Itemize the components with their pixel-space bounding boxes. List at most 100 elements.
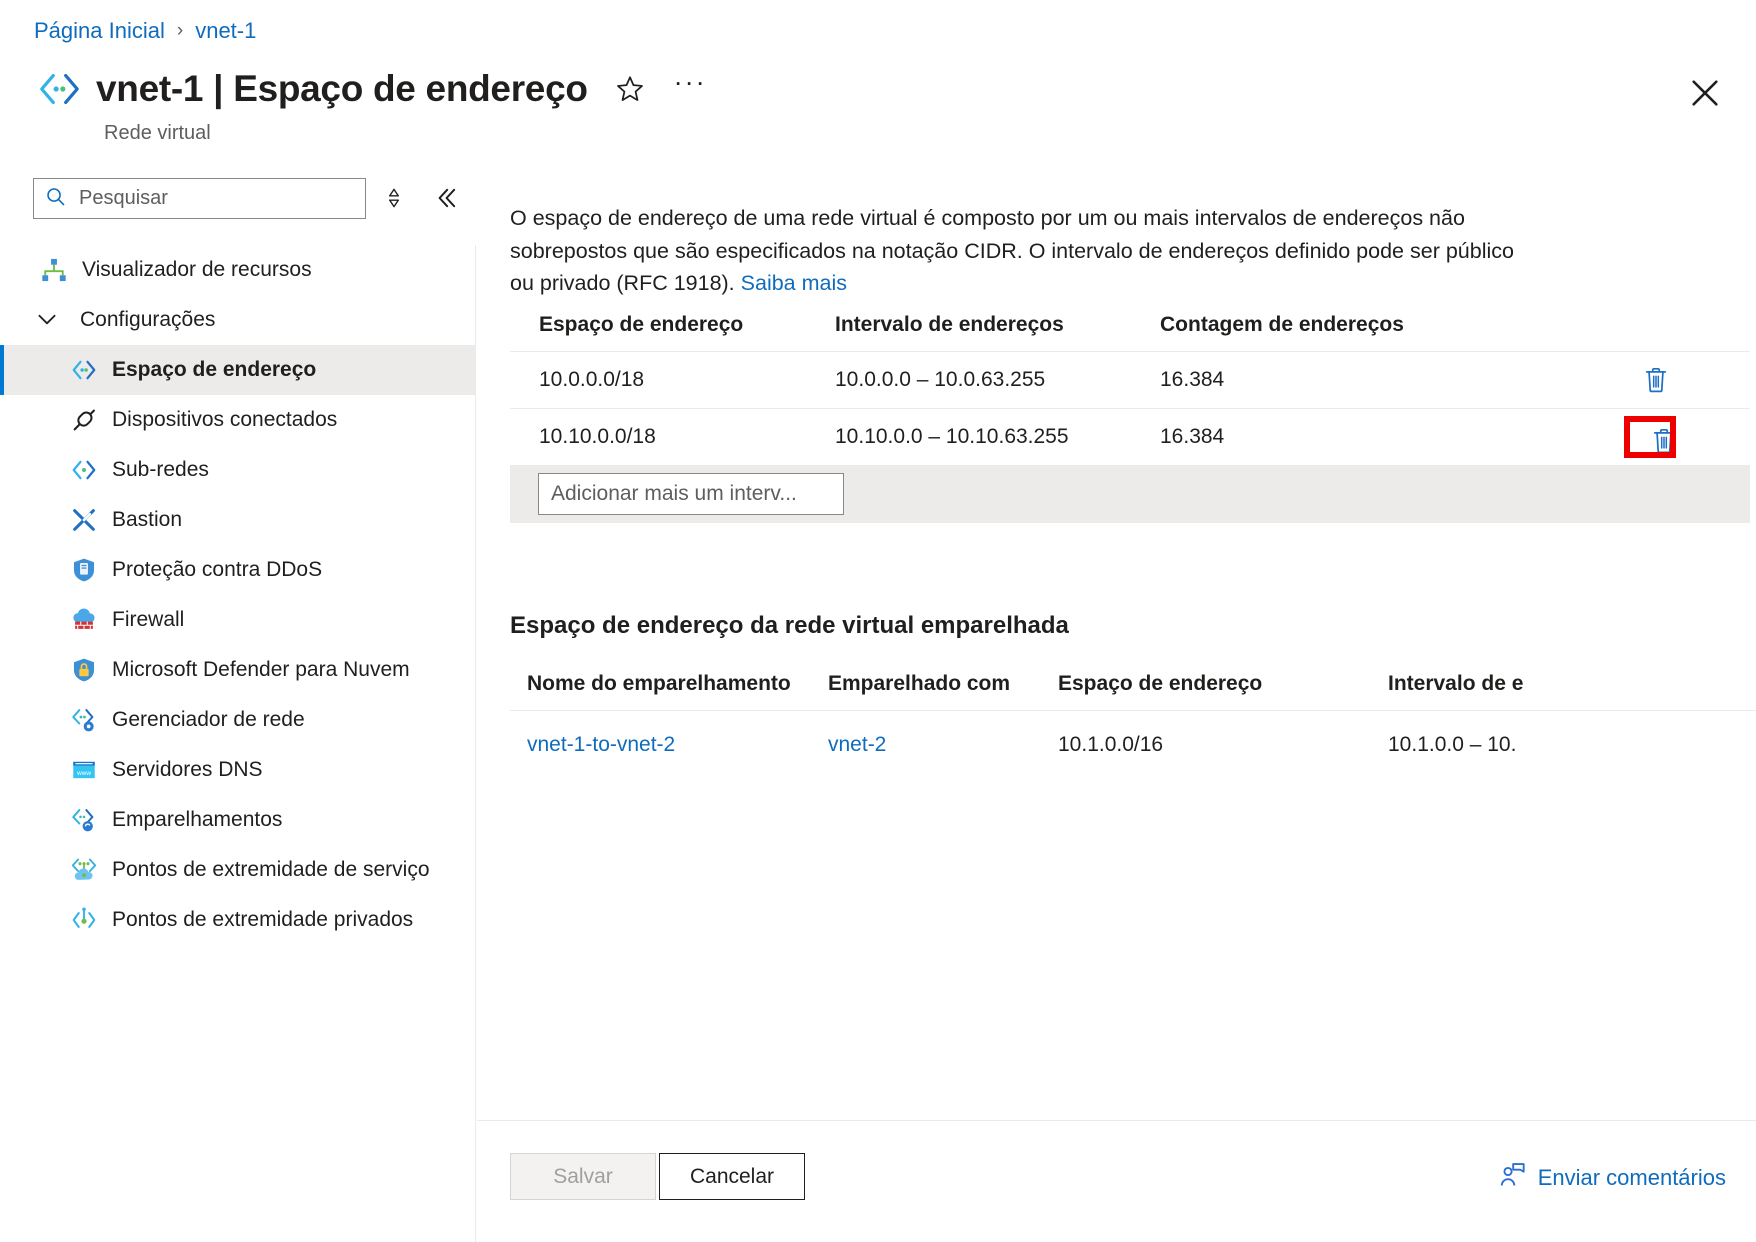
collapse-panel-icon[interactable] — [432, 184, 460, 212]
footer-bar: Salvar Cancelar Enviar comentários — [477, 1120, 1756, 1242]
column-header-actions — [1490, 313, 1690, 337]
cell-address-range: 10.10.0.0 – 10.10.63.255 — [835, 425, 1069, 448]
table-row: vnet-1-to-vnet-2 vnet-2 10.1.0.0/16 10.1… — [510, 710, 1756, 778]
sidebar-item-pontos-de-extremidade-de-servico[interactable]: Pontos de extremidade de serviço — [0, 845, 475, 895]
search-input[interactable] — [77, 186, 355, 211]
cell-address-space: 10.1.0.0/16 — [1058, 732, 1164, 756]
sidebar-group-label: Configurações — [80, 308, 216, 332]
cell-address-space: 10.10.0.0/18 — [539, 425, 656, 448]
table-header-row: Nome do emparelhamento Emparelhado com E… — [510, 672, 1756, 710]
private-endpoints-icon — [70, 906, 98, 934]
column-header-peering-name: Nome do emparelhamento — [527, 672, 791, 695]
search-icon — [44, 185, 67, 213]
virtual-network-icon — [36, 66, 82, 112]
cell-actions — [1490, 416, 1690, 458]
sidebar-item-visualizador-de-recursos[interactable]: Visualizador de recursos — [0, 245, 475, 295]
resource-visualizer-icon — [40, 256, 68, 284]
sidebar-item-label: Firewall — [112, 608, 185, 632]
cancel-button[interactable]: Cancelar — [659, 1153, 805, 1200]
column-header-peered-with: Emparelhado com — [828, 672, 1011, 695]
feedback-person-icon — [1498, 1161, 1526, 1195]
cell-peering-name: vnet-1-to-vnet-2 — [510, 733, 828, 757]
sidebar-item-label: Visualizador de recursos — [82, 258, 312, 282]
column-header-address-space: Espaço de endereço — [539, 313, 744, 336]
sidebar-item-firewall[interactable]: Firewall — [0, 595, 475, 645]
breadcrumb-separator-icon: › — [176, 20, 184, 41]
svg-text:www: www — [76, 770, 91, 777]
favorite-star-icon[interactable] — [614, 73, 646, 105]
peered-section-title: Espaço de endereço da rede virtual empar… — [510, 612, 1069, 639]
sidebar-item-emparelhamentos[interactable]: Emparelhamentos — [0, 795, 475, 845]
send-feedback-label: Enviar comentários — [1537, 1165, 1726, 1190]
bastion-icon — [70, 506, 98, 534]
column-header-address-space: Espaço de endereço — [1058, 672, 1263, 695]
sidebar-item-dispositivos-conectados[interactable]: Dispositivos conectados — [0, 395, 475, 445]
column-header-address-range: Intervalo de endereços — [835, 313, 1064, 336]
table-header-row: Espaço de endereço Intervalo de endereço… — [510, 313, 1750, 351]
close-icon[interactable] — [1688, 76, 1722, 110]
add-address-range-input[interactable] — [538, 473, 844, 515]
dns-servers-icon: www — [70, 756, 98, 784]
send-feedback-button[interactable]: Enviar comentários — [1498, 1161, 1726, 1195]
sidebar-item-protecao-contra-ddos[interactable]: Proteção contra DDoS — [0, 545, 475, 595]
cell-address-space: 10.0.0.0/18 — [539, 368, 645, 391]
sidebar-item-servidores-dns[interactable]: www Servidores DNS — [0, 745, 475, 795]
main-content: O espaço de endereço de uma rede virtual… — [477, 172, 1756, 1120]
sidebar-item-label: Bastion — [112, 508, 183, 532]
search-box[interactable] — [33, 178, 366, 219]
more-options-icon[interactable]: ··· — [674, 69, 707, 101]
sidebar-item-gerenciador-de-rede[interactable]: Gerenciador de rede — [0, 695, 475, 745]
sidebar-item-label: Dispositivos conectados — [112, 408, 338, 432]
trash-icon-highlighted[interactable] — [1624, 416, 1676, 458]
sidebar-item-label: Emparelhamentos — [112, 808, 283, 832]
sidebar-item-label: Pontos de extremidade privados — [112, 908, 414, 932]
table-row: 10.10.0.0/18 10.10.0.0 – 10.10.63.255 16… — [510, 408, 1750, 465]
save-button[interactable]: Salvar — [510, 1153, 656, 1200]
breadcrumb-current[interactable]: vnet-1 — [195, 18, 256, 44]
chevron-down-icon — [34, 306, 62, 334]
description-text: O espaço de endereço de uma rede virtual… — [510, 206, 1514, 296]
column-header-address-count: Contagem de endereços — [1160, 313, 1404, 336]
cell-address-count: 16.384 — [1160, 425, 1225, 448]
sidebar-item-label: Servidores DNS — [112, 758, 263, 782]
page-subtitle: Rede virtual — [104, 122, 211, 144]
sidebar-item-bastion[interactable]: Bastion — [0, 495, 475, 545]
sidebar-nav: Visualizador de recursos Configurações E… — [0, 245, 476, 1242]
sidebar-item-label: Espaço de endereço — [112, 358, 317, 382]
sidebar-group-configuracoes[interactable]: Configurações — [0, 295, 475, 345]
description-paragraph: O espaço de endereço de uma rede virtual… — [510, 202, 1520, 300]
subnets-icon — [70, 456, 98, 484]
trash-icon[interactable] — [1642, 365, 1670, 395]
sidebar-item-microsoft-defender-para-nuvem[interactable]: Microsoft Defender para Nuvem — [0, 645, 475, 695]
sidebar-item-label: Gerenciador de rede — [112, 708, 305, 732]
sidebar-item-label: Proteção contra DDoS — [112, 558, 323, 582]
page-header: vnet-1 | Espaço de endereço ··· — [36, 66, 707, 112]
address-space-icon — [70, 356, 98, 384]
cell-address-range: 10.0.0.0 – 10.0.63.255 — [835, 368, 1046, 391]
ddos-protection-icon — [70, 556, 98, 584]
connected-devices-icon — [70, 406, 98, 434]
sidebar-item-pontos-de-extremidade-privados[interactable]: Pontos de extremidade privados — [0, 895, 475, 945]
cell-peered-with: vnet-2 — [828, 733, 1058, 757]
cell-address-range: 10.1.0.0 – 10. — [1388, 732, 1517, 756]
service-endpoints-icon — [70, 856, 98, 884]
peered-address-space-table: Nome do emparelhamento Emparelhado com E… — [510, 672, 1756, 778]
sidebar-item-label: Pontos de extremidade de serviço — [112, 858, 430, 882]
peering-name-link[interactable]: vnet-1-to-vnet-2 — [527, 733, 675, 756]
sidebar-item-sub-redes[interactable]: Sub-redes — [0, 445, 475, 495]
cell-address-count: 16.384 — [1160, 368, 1225, 391]
peerings-icon — [70, 806, 98, 834]
page-title: vnet-1 | Espaço de endereço — [96, 68, 588, 109]
defender-cloud-icon — [70, 656, 98, 684]
cell-actions — [1490, 365, 1690, 395]
peered-with-link[interactable]: vnet-2 — [828, 733, 886, 756]
learn-more-link[interactable]: Saiba mais — [741, 271, 847, 295]
table-row: 10.0.0.0/18 10.0.0.0 – 10.0.63.255 16.38… — [510, 351, 1750, 408]
sidebar-item-label: Sub-redes — [112, 458, 209, 482]
sort-toggle-icon[interactable] — [381, 185, 407, 211]
breadcrumb: Página Inicial › vnet-1 — [34, 18, 256, 44]
column-header-address-range: Intervalo de e — [1388, 672, 1524, 695]
add-address-range-row — [510, 465, 1750, 523]
breadcrumb-home[interactable]: Página Inicial — [34, 18, 165, 44]
sidebar-item-espaco-de-endereco[interactable]: Espaço de endereço — [0, 345, 475, 395]
